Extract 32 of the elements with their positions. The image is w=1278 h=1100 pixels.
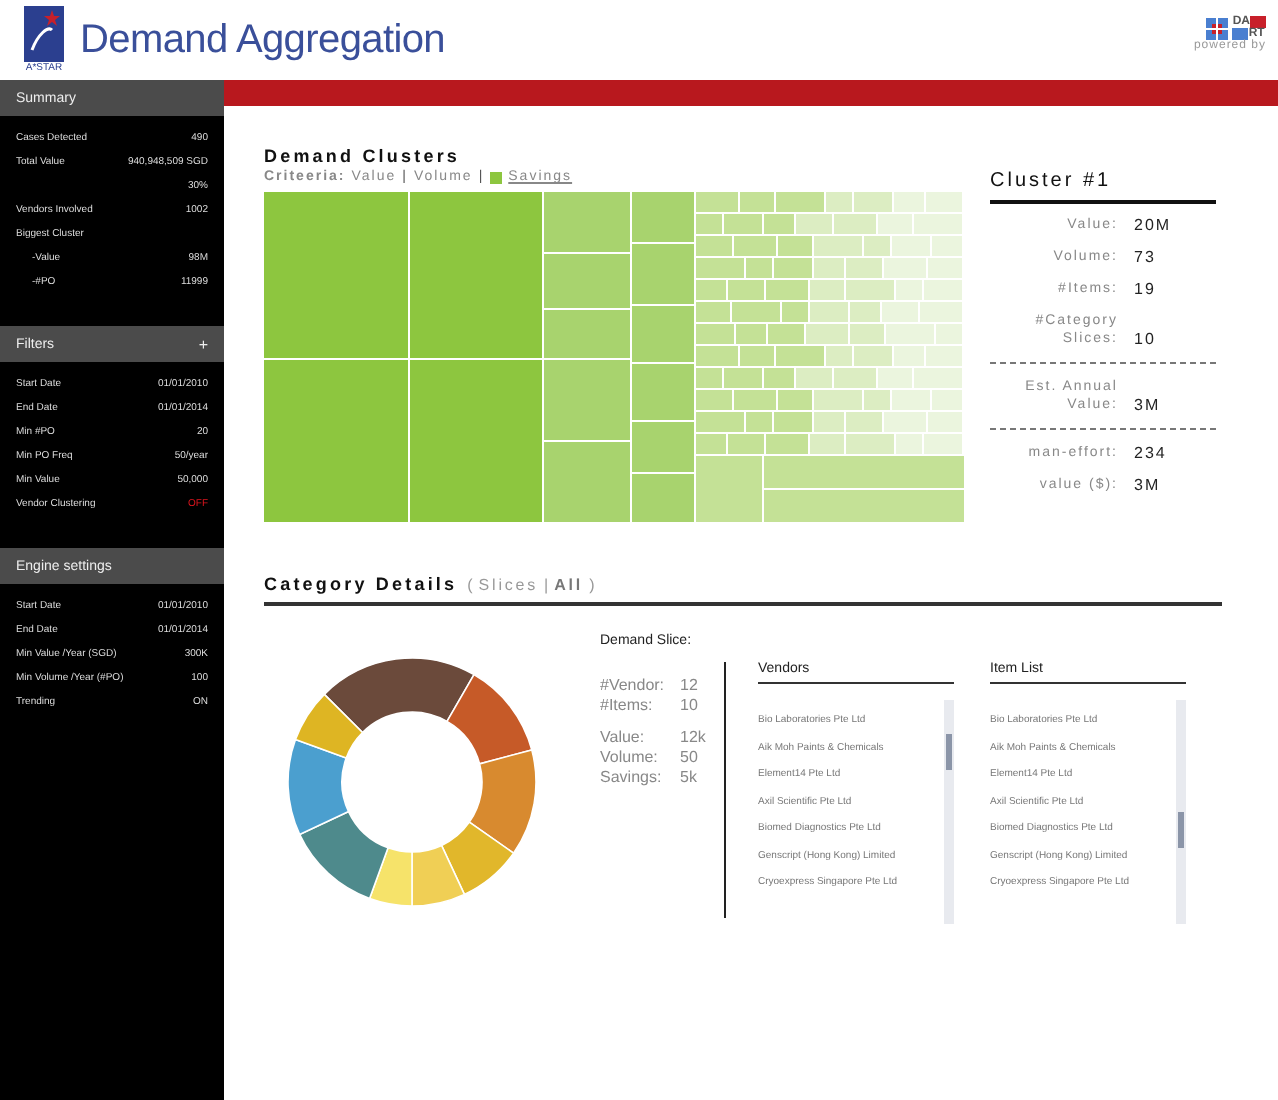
stat-value: 12 [680,676,698,696]
panel-title: Cluster #1 [990,170,1216,204]
bracket-text: ( [467,576,473,594]
section-heading: Demand Clusters [264,146,463,166]
donut-slice [440,821,515,896]
stat-value: 234 [1132,444,1167,462]
stat-value: 20M [1132,216,1172,234]
stat-value: 12k [680,728,706,748]
view-link[interactable]: All [554,576,584,594]
scrollbar[interactable] [944,700,954,924]
stat-label: Savings: [600,768,664,788]
separator-text: | [544,576,549,594]
stat-label: Volume: [600,748,660,768]
scrollbar[interactable] [1176,700,1186,924]
add-button[interactable]: + [198,335,208,353]
stat-value: 3M [1132,396,1161,414]
logo-icon [24,6,64,62]
stat-value: 3M [1132,476,1161,494]
grid-logo-icon [1206,17,1229,39]
stat-label: #Vendor: [600,676,667,696]
bracket-text: ) [589,576,595,594]
stat-label: Value: [600,728,647,748]
stat-value: 10 [1132,330,1156,348]
stat-label: #Items: [600,696,655,716]
section-heading: Category Details [264,574,458,594]
stat-value: 5k [680,768,697,788]
stat-value: 19 [1132,280,1156,298]
view-link[interactable]: Slices [478,576,539,594]
app-title: Demand Aggregation [80,17,446,63]
stat-value: 73 [1132,248,1156,266]
stat-value: 50 [680,748,698,768]
stat-value: 10 [680,696,698,716]
